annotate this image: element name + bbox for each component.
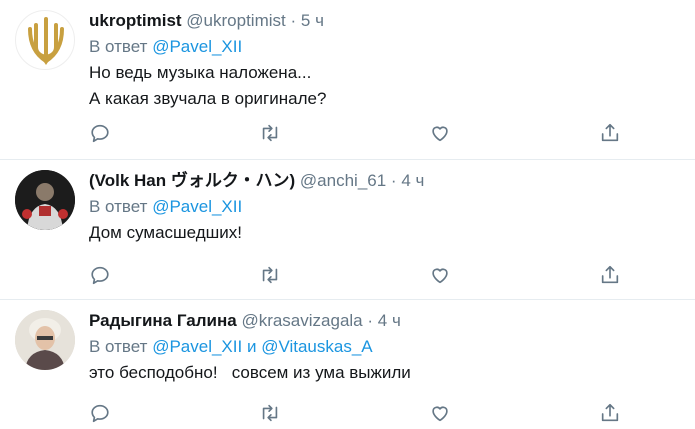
display-name[interactable]: ukroptimist bbox=[89, 11, 182, 30]
heart-icon bbox=[432, 126, 448, 142]
separator: · bbox=[290, 11, 297, 30]
avatar[interactable] bbox=[15, 10, 75, 70]
tweet-1[interactable]: ukroptimist @ukroptimist · 5 ч В ответ @… bbox=[0, 0, 695, 160]
display-name[interactable]: (Volk Han ヴォルク・ハン) bbox=[89, 171, 295, 190]
share-button[interactable] bbox=[599, 122, 623, 146]
tweet-header: Радыгина Галина @krasavizagala · 4 ч bbox=[89, 308, 685, 334]
handle[interactable]: @ukroptimist bbox=[186, 11, 285, 30]
retweet-icon bbox=[262, 124, 278, 142]
share-icon bbox=[601, 123, 619, 142]
timestamp[interactable]: 5 ч bbox=[301, 11, 324, 30]
tweet-header: ukroptimist @ukroptimist · 5 ч bbox=[89, 8, 685, 34]
reply-icon bbox=[91, 124, 109, 143]
avatar[interactable] bbox=[15, 310, 75, 370]
handle[interactable]: @anchi_61 bbox=[300, 171, 386, 190]
separator: · bbox=[390, 171, 397, 190]
share-icon bbox=[601, 403, 619, 422]
reply-prefix: В ответ bbox=[89, 197, 148, 216]
retweet-button[interactable] bbox=[259, 402, 283, 426]
tweet-2[interactable]: (Volk Han ヴォルク・ハン) @anchi_61 · 4 ч В отв… bbox=[0, 160, 695, 300]
action-bar bbox=[89, 264, 629, 288]
tweet-text: это бесподобно! совсем из ума выжили bbox=[89, 363, 411, 382]
reply-icon bbox=[91, 404, 109, 423]
handle[interactable]: @krasavizagala bbox=[241, 311, 362, 330]
display-name[interactable]: Радыгина Галина bbox=[89, 311, 237, 330]
reply-context: В ответ @Pavel_XII и @Vitauskas_A bbox=[89, 334, 685, 360]
avatar-photo-icon bbox=[15, 170, 75, 230]
heart-icon bbox=[432, 406, 448, 422]
reply-context: В ответ @Pavel_XII bbox=[89, 194, 685, 220]
action-bar bbox=[89, 122, 629, 146]
tweet-3[interactable]: Радыгина Галина @krasavizagala · 4 ч В о… bbox=[0, 300, 695, 425]
reply-context: В ответ @Pavel_XII bbox=[89, 34, 685, 60]
avatar-photo-icon bbox=[15, 310, 75, 370]
retweet-icon bbox=[262, 404, 278, 422]
mention-link[interactable]: @Pavel_XII bbox=[152, 337, 242, 356]
tweet-text: Но ведь музыка наложена... А какая звуча… bbox=[89, 63, 327, 108]
heart-icon bbox=[432, 268, 448, 284]
share-button[interactable] bbox=[599, 264, 623, 288]
timestamp[interactable]: 4 ч bbox=[378, 311, 401, 330]
reply-prefix: В ответ bbox=[89, 337, 148, 356]
reply-button[interactable] bbox=[89, 402, 113, 426]
action-bar bbox=[89, 402, 629, 426]
like-button[interactable] bbox=[429, 402, 453, 426]
mention-joiner: и bbox=[246, 337, 257, 356]
retweet-button[interactable] bbox=[259, 122, 283, 146]
mention-link[interactable]: @Vitauskas_A bbox=[261, 337, 372, 356]
reply-button[interactable] bbox=[89, 122, 113, 146]
tweet-header: (Volk Han ヴォルク・ハン) @anchi_61 · 4 ч bbox=[89, 168, 685, 194]
reply-prefix: В ответ bbox=[89, 37, 148, 56]
trident-emblem-icon bbox=[28, 17, 64, 65]
timestamp[interactable]: 4 ч bbox=[401, 171, 424, 190]
like-button[interactable] bbox=[429, 122, 453, 146]
separator: · bbox=[367, 311, 374, 330]
reply-button[interactable] bbox=[89, 264, 113, 288]
mention-link[interactable]: @Pavel_XII bbox=[152, 37, 242, 56]
mention-link[interactable]: @Pavel_XII bbox=[152, 197, 242, 216]
retweet-button[interactable] bbox=[259, 264, 283, 288]
share-icon bbox=[601, 265, 619, 284]
like-button[interactable] bbox=[429, 264, 453, 288]
retweet-icon bbox=[262, 266, 278, 284]
reply-icon bbox=[91, 266, 109, 285]
tweet-text: Дом сумасшедших! bbox=[89, 223, 243, 242]
avatar[interactable] bbox=[15, 170, 75, 230]
share-button[interactable] bbox=[599, 402, 623, 426]
